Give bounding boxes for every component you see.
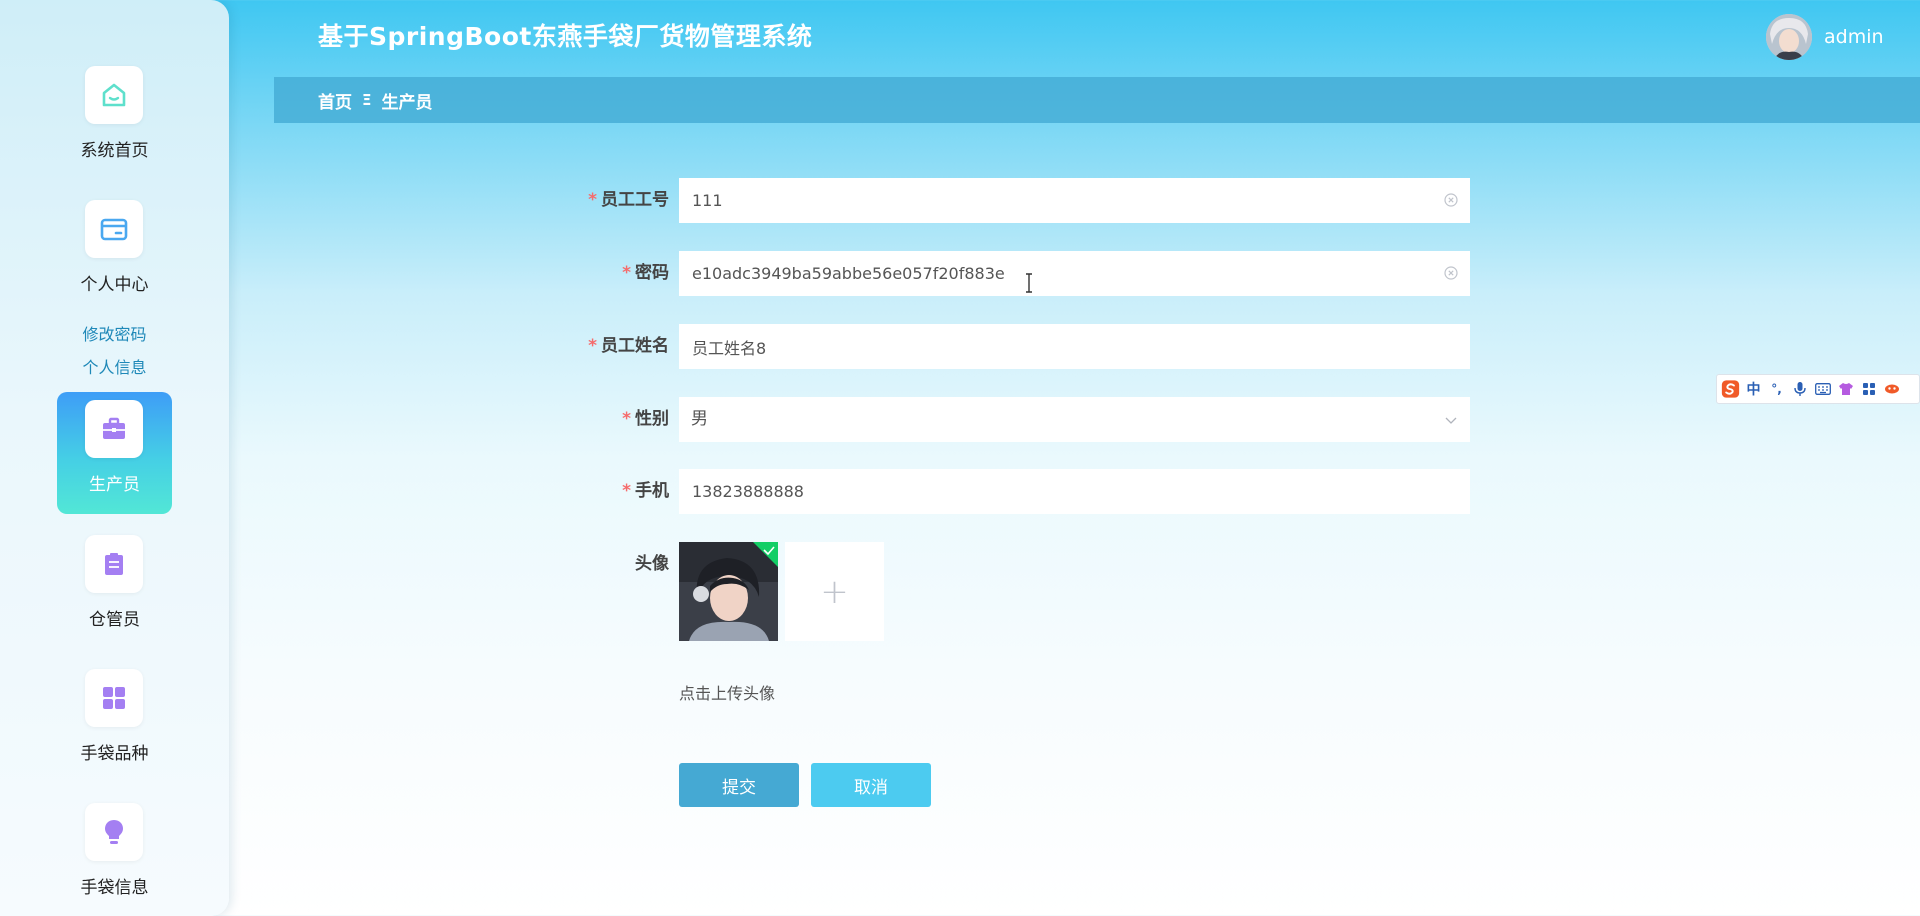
employee-no-input[interactable]	[679, 178, 1470, 223]
required-mark: *	[622, 409, 631, 429]
required-mark: *	[588, 336, 597, 356]
sidebar-item-bag-info[interactable]: 手袋信息	[57, 795, 172, 916]
clear-icon[interactable]	[1444, 266, 1458, 280]
clipboard-icon	[85, 535, 143, 593]
sidebar-item-label: 手袋品种	[80, 744, 149, 764]
sidebar-item-label: 个人中心	[80, 275, 149, 295]
gender-select-value: 男	[691, 409, 708, 429]
phone-label: * 手机	[622, 481, 669, 501]
sogou-mascot-icon[interactable]	[1882, 378, 1901, 400]
form-row-gender: * 性别 男	[540, 397, 1470, 442]
keyboard-icon[interactable]	[1813, 378, 1832, 400]
briefcase-icon	[85, 400, 143, 458]
app-title: 基于SpringBoot东燕手袋厂货物管理系统	[318, 22, 813, 51]
toolbox-grid-icon[interactable]	[1859, 378, 1878, 400]
breadcrumb-separator: Ξ	[362, 91, 372, 109]
breadcrumb: 首页 Ξ 生产员	[274, 77, 1920, 123]
gender-label: * 性别	[622, 409, 669, 429]
required-mark: *	[622, 481, 631, 501]
sogou-logo-icon[interactable]	[1721, 378, 1740, 400]
submenu-personal-info[interactable]: 个人信息	[0, 354, 229, 378]
cancel-button[interactable]: 取消	[811, 763, 931, 807]
submit-button[interactable]: 提交	[679, 763, 799, 807]
sidebar-item-producer[interactable]: 生产员	[57, 392, 172, 514]
form-row-phone: * 手机	[540, 469, 1470, 514]
form-row-employee-no: * 员工工号	[540, 178, 1470, 223]
form-row-employee-name: * 员工姓名	[540, 324, 1470, 369]
sidebar-item-label: 系统首页	[80, 141, 149, 161]
employee-no-field-wrapper	[679, 178, 1470, 223]
sidebar: 系统首页 个人中心 修改密码 个人信息 生产员 仓管员 手袋品种 手袋信息	[0, 0, 229, 916]
user-avatar[interactable]	[1766, 14, 1812, 60]
home-icon	[85, 66, 143, 124]
avatar-thumbnail[interactable]	[679, 542, 778, 641]
ime-toolbar[interactable]: 中 °,	[1716, 374, 1920, 404]
wallet-card-icon	[85, 200, 143, 258]
gender-select[interactable]: 男	[679, 397, 1470, 442]
breadcrumb-current: 生产员	[381, 92, 433, 113]
username: admin	[1824, 26, 1884, 48]
phone-field-wrapper	[679, 469, 1470, 514]
sidebar-item-home[interactable]: 系统首页	[57, 58, 172, 180]
required-mark: *	[622, 263, 631, 283]
employee-name-field-wrapper	[679, 324, 1470, 369]
employee-name-input[interactable]	[679, 324, 1470, 369]
avatar-upload-hint: 点击上传头像	[679, 684, 776, 703]
avatar-label: 头像	[635, 554, 669, 574]
clear-icon[interactable]	[1444, 193, 1458, 207]
sidebar-item-label: 仓管员	[89, 610, 140, 630]
password-input[interactable]	[679, 251, 1470, 296]
lightbulb-icon	[85, 803, 143, 861]
skin-shirt-icon[interactable]	[1836, 378, 1855, 400]
sidebar-item-label: 生产员	[89, 475, 140, 495]
sidebar-item-profile[interactable]: 个人中心	[57, 192, 172, 314]
sidebar-item-warehouse-keeper[interactable]: 仓管员	[57, 527, 172, 649]
grid-icon	[85, 669, 143, 727]
microphone-icon[interactable]	[1790, 378, 1809, 400]
employee-name-label: * 员工姓名	[588, 336, 669, 356]
sidebar-item-label: 手袋信息	[80, 878, 149, 898]
required-mark: *	[588, 190, 597, 210]
plus-icon: +	[820, 571, 849, 612]
user-menu[interactable]: admin	[1766, 13, 1884, 61]
submenu-change-password[interactable]: 修改密码	[0, 321, 229, 345]
sidebar-item-bag-category[interactable]: 手袋品种	[57, 661, 172, 783]
ime-chinese-mode[interactable]: 中	[1744, 378, 1763, 400]
password-field-wrapper	[679, 251, 1470, 296]
avatar-upload-button[interactable]: +	[785, 542, 884, 641]
text-cursor-icon	[1026, 273, 1032, 293]
form-row-password: * 密码	[540, 251, 1470, 296]
chevron-down-icon	[1445, 417, 1457, 424]
password-label: * 密码	[622, 263, 669, 283]
phone-input[interactable]	[679, 469, 1470, 514]
ime-punctuation-mode[interactable]: °,	[1767, 378, 1786, 400]
employee-no-label: * 员工工号	[588, 190, 669, 210]
breadcrumb-home[interactable]: 首页	[318, 88, 352, 113]
